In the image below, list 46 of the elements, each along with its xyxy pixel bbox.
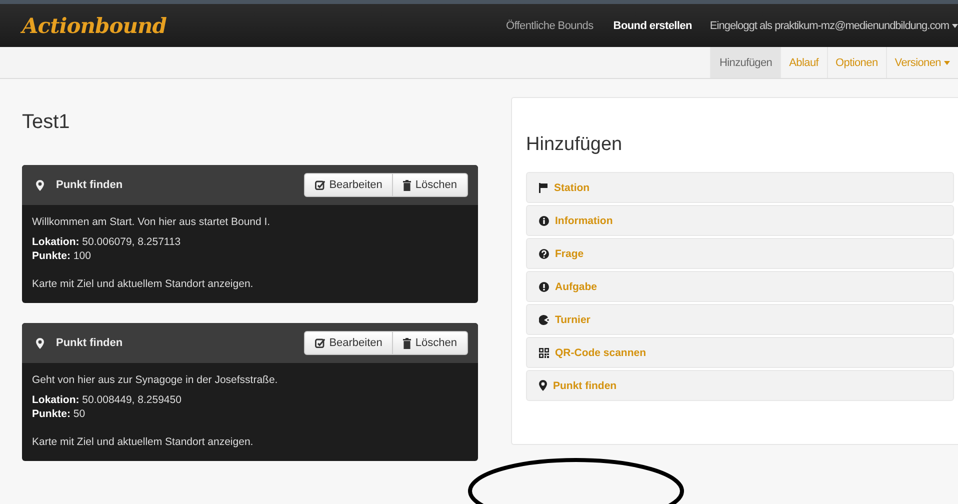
location-text: Lokation: 50.008449, 8.259450 bbox=[32, 393, 182, 407]
qr-code-icon bbox=[539, 348, 549, 358]
caret-icon bbox=[952, 24, 958, 28]
info-icon bbox=[539, 216, 549, 226]
tab[interactable]: Ablauf bbox=[780, 47, 827, 78]
element-description: Willkommen am Start. Von hier aus startet Bound I. bbox=[32, 215, 272, 229]
trash-icon bbox=[403, 338, 412, 348]
add-item[interactable]: QR-Code scannen bbox=[526, 337, 954, 368]
add-item[interactable]: Frage bbox=[526, 238, 954, 269]
element-description: Geht von hier aus zur Synagoge in der Josefsstraße. bbox=[32, 373, 279, 387]
add-item[interactable]: Punkt finden bbox=[526, 370, 954, 401]
question-icon bbox=[539, 248, 549, 258]
tab[interactable]: Hinzufügen bbox=[710, 47, 780, 78]
tab[interactable]: Versionen bbox=[886, 47, 958, 78]
nav-link[interactable]: Bound erstellen bbox=[603, 20, 702, 32]
map-link[interactable]: Karte mit Ziel und aktuellem Standort anzeigen. bbox=[32, 435, 468, 449]
delete-button[interactable]: Löschen bbox=[393, 331, 468, 355]
user-menu[interactable]: Eingeloggt als praktikum-mz@medienundbildung.com bbox=[702, 20, 958, 32]
map-link[interactable]: Karte mit Ziel und aktuellem Standort anzeigen. bbox=[32, 277, 468, 291]
caret-icon bbox=[944, 60, 950, 64]
panel-title: Hinzufügen bbox=[526, 134, 624, 156]
tab[interactable]: Optionen bbox=[826, 47, 886, 78]
add-item[interactable]: Station bbox=[526, 172, 954, 203]
add-item[interactable]: Turnier bbox=[526, 304, 954, 335]
delete-button[interactable]: Löschen bbox=[393, 173, 468, 197]
map-pin-icon bbox=[539, 380, 547, 391]
nav-link[interactable]: Öffentliche Bounds bbox=[496, 20, 604, 32]
points-text: Punkte: 100 bbox=[32, 249, 92, 263]
edit-button[interactable]: Bearbeiten bbox=[304, 331, 394, 355]
edit-button[interactable]: Bearbeiten bbox=[304, 173, 394, 197]
location-text: Lokation: 50.006079, 8.257113 bbox=[32, 235, 182, 249]
map-pin-icon bbox=[36, 338, 44, 348]
element-type: Punkt finden bbox=[56, 337, 123, 349]
tournament-icon bbox=[539, 314, 549, 324]
points-text: Punkte: 50 bbox=[32, 407, 86, 421]
bound-title: Test1 bbox=[22, 111, 71, 134]
logo[interactable]: Actionbound bbox=[22, 13, 166, 38]
edit-icon bbox=[315, 338, 326, 348]
exclamation-icon bbox=[539, 282, 549, 292]
flag-icon bbox=[539, 182, 548, 192]
map-pin-icon bbox=[36, 180, 44, 190]
add-item[interactable]: Aufgabe bbox=[526, 271, 954, 302]
add-item[interactable]: Information bbox=[526, 205, 954, 236]
element-type: Punkt finden bbox=[56, 179, 123, 191]
trash-icon bbox=[403, 180, 412, 190]
edit-icon bbox=[315, 180, 326, 190]
